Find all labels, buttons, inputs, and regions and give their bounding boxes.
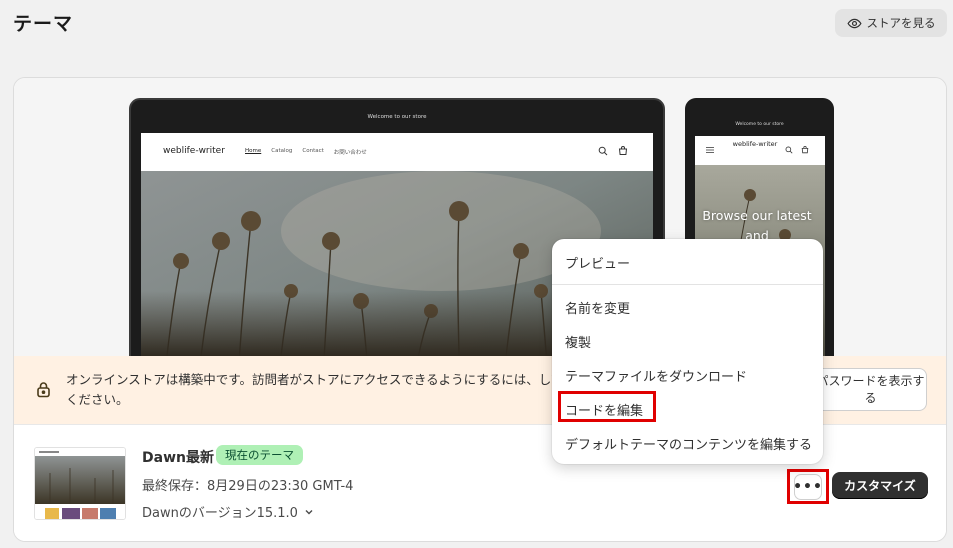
nav-inquiry: お問い合わせ <box>333 150 367 156</box>
view-password-button[interactable]: パスワードを表示する <box>814 368 927 411</box>
thumbnail-image <box>35 448 125 519</box>
chevron-down-icon <box>305 509 313 514</box>
nav-catalog: Catalog <box>271 148 293 154</box>
menu-item-edit-default-content[interactable]: デフォルトテーマのコンテンツを編集する <box>565 434 812 453</box>
lock-icon <box>37 382 50 398</box>
menu-item-duplicate[interactable]: 複製 <box>565 332 591 351</box>
more-actions-dots: ••• <box>793 473 822 500</box>
eye-icon <box>846 18 862 28</box>
version-dropdown[interactable]: Dawnのバージョン15.1.0 <box>142 502 314 521</box>
theme-actions-menu: プレビュー 名前を変更 複製 テーマファイルをダウンロード コードを編集 デフォ… <box>552 239 823 464</box>
view-store-label: ストアを見る <box>866 16 936 30</box>
current-theme-badge: 現在のテーマ <box>216 445 303 465</box>
nav-home: Home <box>245 148 262 154</box>
search-icon <box>598 146 608 156</box>
customize-button[interactable]: カスタマイズ <box>832 472 928 499</box>
menu-divider <box>552 284 823 285</box>
hamburger-icon <box>706 147 714 153</box>
last-saved-text: 最終保存：8月29日の23:30 GMT-4 <box>142 479 354 494</box>
announcement-bar: Welcome to our store <box>367 113 427 120</box>
store-brand: weblife-writer <box>163 146 225 156</box>
menu-item-download[interactable]: テーマファイルをダウンロード <box>565 366 747 385</box>
more-actions-button[interactable]: ••• <box>787 469 829 504</box>
menu-item-edit-code[interactable]: コードを編集 <box>565 400 643 419</box>
version-label: Dawnのバージョン15.1.0 <box>142 506 298 521</box>
theme-name: Dawn最新 <box>142 450 214 466</box>
nav-contact: Contact <box>302 148 324 154</box>
banner-message: オンラインストアは構築中です。訪問者がストアにアクセスできるようにするには、して… <box>66 372 564 407</box>
mobile-announcement-bar: Welcome to our store <box>735 122 784 127</box>
cart-icon <box>618 146 628 155</box>
view-store-button[interactable]: ストアを見る <box>835 9 947 37</box>
menu-item-rename[interactable]: 名前を変更 <box>565 298 630 317</box>
mobile-store-header: weblife-writer <box>695 136 825 165</box>
page-title: テーマ <box>13 13 74 35</box>
theme-thumbnail <box>34 447 126 520</box>
search-icon <box>785 146 793 154</box>
mobile-store-brand: weblife-writer <box>732 140 778 148</box>
store-nav: Home Catalog Contact お問い合わせ <box>245 148 367 156</box>
cart-icon <box>801 146 809 154</box>
menu-item-preview[interactable]: プレビュー <box>565 253 630 272</box>
store-header: weblife-writer Home Catalog Contact お問い合… <box>141 133 653 171</box>
